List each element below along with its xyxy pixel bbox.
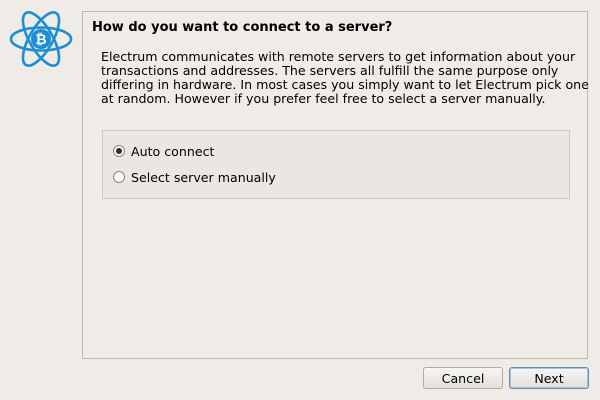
connection-options-group: Auto connect Select server manually — [102, 130, 570, 199]
radio-auto-connect[interactable]: Auto connect — [113, 142, 214, 160]
page-title: How do you want to connect to a server? — [92, 20, 393, 35]
description-line: differing in hardware. In most cases you… — [101, 77, 589, 92]
wizard-panel: How do you want to connect to a server? … — [82, 11, 589, 359]
description-line: Electrum communicates with remote server… — [101, 49, 576, 64]
next-button[interactable]: Next — [509, 367, 589, 389]
description-line: at random. However if you prefer feel fr… — [101, 91, 546, 106]
radio-select-server-manually[interactable]: Select server manually — [113, 168, 276, 186]
description-text: Electrum communicates with remote server… — [101, 49, 589, 106]
electrum-logo-icon: ₿ — [8, 8, 74, 70]
svg-text:₿: ₿ — [35, 32, 46, 48]
radio-label: Select server manually — [131, 169, 276, 185]
radio-button-unchecked[interactable] — [113, 171, 125, 183]
radio-button-checked[interactable] — [113, 145, 125, 157]
radio-label: Auto connect — [131, 143, 215, 159]
description-line: transactions and addresses. The servers … — [101, 63, 559, 78]
cancel-button[interactable]: Cancel — [423, 367, 503, 389]
